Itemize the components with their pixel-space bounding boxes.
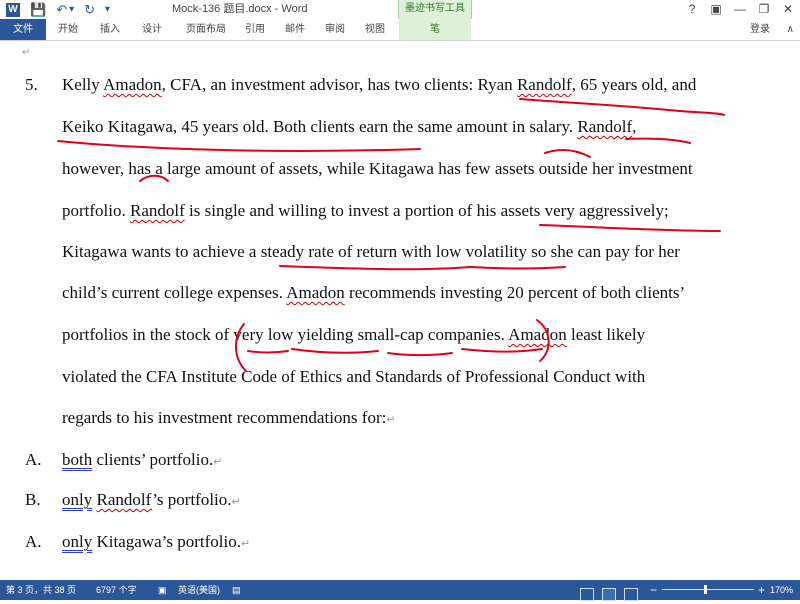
context-tab-group-ink-tools: 墨迹书写工具 [398, 0, 472, 19]
tab-file[interactable]: 文件 [0, 19, 46, 40]
ink-curve-large [139, 174, 169, 182]
window-controls: ? ▣ — ❐ ✕ [680, 0, 800, 19]
tab-design[interactable]: 设计 [134, 19, 170, 40]
status-bar: 第 3 页，共 38 页 6797 个字 ▣ 英语(美国) ▤ − + 170% [0, 580, 800, 602]
tab-layout[interactable]: 页面布局 [178, 19, 234, 40]
proofing-icon[interactable]: ▣ [158, 580, 167, 600]
tab-insert[interactable]: 插入 [92, 19, 128, 40]
ink-underline-ryan-randolf [519, 98, 725, 116]
read-mode-icon[interactable] [580, 584, 594, 604]
context-group-label: 墨迹书写工具 [405, 3, 465, 14]
restore-icon[interactable]: ❐ [752, 0, 776, 19]
tab-view[interactable]: 视图 [360, 19, 390, 40]
window-title: Mock-136 题目.docx - Word [172, 3, 308, 15]
ink-underline-very-low [247, 350, 289, 354]
zoom-in-icon[interactable]: + [758, 580, 765, 600]
word-app-icon[interactable]: W [6, 2, 20, 17]
minimize-icon[interactable]: — [728, 0, 752, 19]
tab-pen[interactable]: 笔 [399, 19, 471, 40]
tab-references[interactable]: 引用 [240, 19, 270, 40]
ink-underline-companies [461, 348, 543, 353]
zoom-level[interactable]: 170% [770, 580, 793, 600]
undo-icon[interactable]: ↶ [56, 1, 67, 18]
tab-review[interactable]: 审阅 [320, 19, 350, 40]
title-bar: W 💾 ↶ ▾ ↻ ▾ Mock-136 题目.docx - Word 墨迹书写… [0, 0, 800, 19]
close-icon[interactable]: ✕ [776, 0, 800, 19]
ribbon-tab-bar: 文件 开始 插入 设计 页面布局 引用 邮件 审阅 视图 笔 登录 ∧ [0, 19, 800, 41]
collapse-ribbon-icon[interactable]: ∧ [787, 19, 794, 40]
ribbon-display-options-icon[interactable]: ▣ [704, 0, 728, 19]
print-layout-icon[interactable] [602, 584, 616, 604]
help-icon[interactable]: ? [680, 0, 704, 19]
page-count[interactable]: 第 3 页，共 38 页 [6, 580, 76, 600]
customize-qat-icon[interactable]: ▾ [105, 1, 110, 18]
quick-access-toolbar: W 💾 ↶ ▾ ↻ ▾ [6, 1, 110, 18]
document-area[interactable]: ↵ 5. Kelly Amadon, CFA, an investment ad… [0, 41, 800, 580]
tab-mailings[interactable]: 邮件 [280, 19, 310, 40]
word-count[interactable]: 6797 个字 [96, 580, 137, 600]
macro-record-icon[interactable]: ▤ [232, 580, 241, 600]
web-layout-icon[interactable] [624, 584, 638, 604]
ink-underline-randolf-line2 [625, 137, 691, 144]
ink-right-paren [536, 319, 550, 362]
ink-curve-assets-outside [544, 148, 591, 158]
pen-ink-annotations [57, 98, 725, 372]
zoom-slider[interactable] [662, 589, 754, 590]
redo-icon[interactable]: ↻ [84, 1, 95, 18]
ink-underline-low-yielding [291, 348, 379, 354]
ink-underline-low-volatility [469, 266, 566, 270]
sign-in-link[interactable]: 登录 [750, 19, 770, 40]
ink-left-paren [235, 323, 247, 372]
zoom-slider-thumb[interactable] [704, 585, 707, 594]
zoom-out-icon[interactable]: − [650, 580, 657, 600]
ink-underline-steady-rate [279, 265, 471, 271]
undo-dropdown-icon[interactable]: ▾ [69, 1, 74, 18]
language[interactable]: 英语(美国) [178, 580, 220, 600]
tab-home[interactable]: 开始 [50, 19, 86, 40]
ink-arc-under-line2 [57, 140, 421, 152]
ink-underline-very-aggressively [539, 224, 721, 232]
save-icon[interactable]: 💾 [30, 1, 46, 18]
ink-underline-small-cap [387, 352, 453, 357]
